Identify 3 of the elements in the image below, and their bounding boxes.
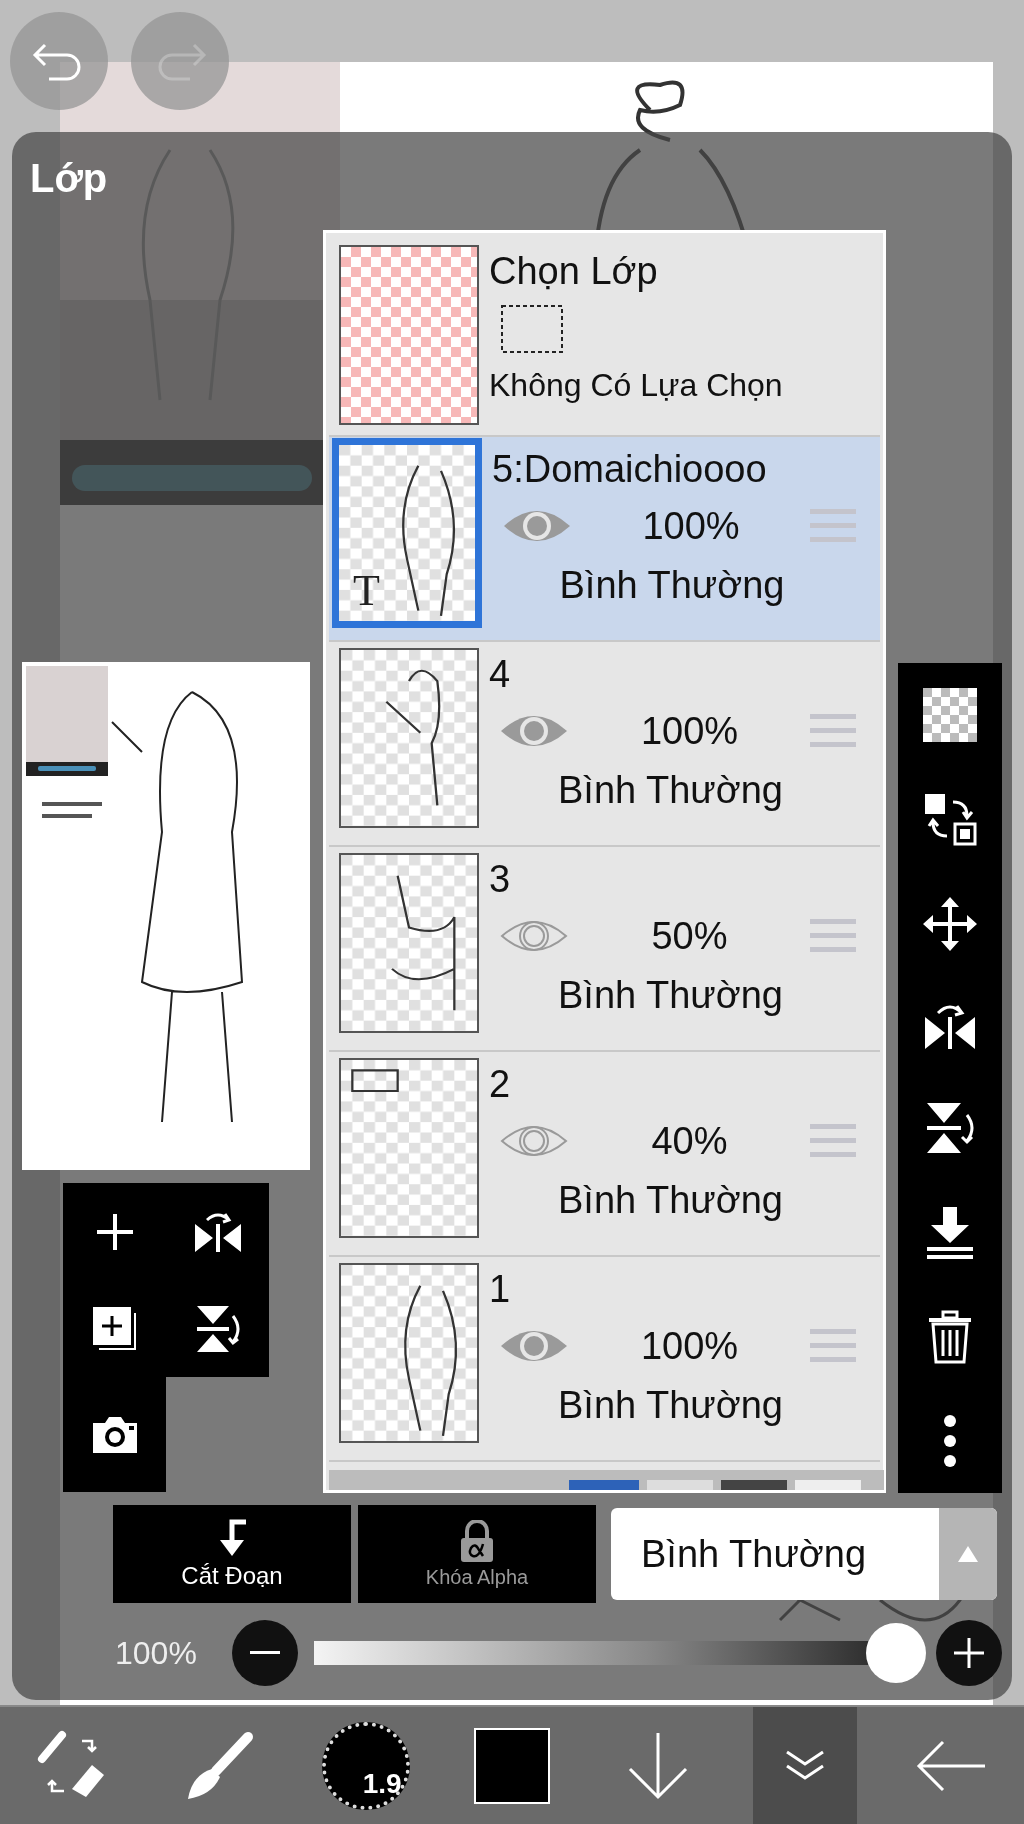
brush-size-value: 1.9: [362, 1767, 402, 1800]
layers-button[interactable]: [752, 1707, 857, 1824]
left-arrow-icon: [914, 1739, 987, 1792]
